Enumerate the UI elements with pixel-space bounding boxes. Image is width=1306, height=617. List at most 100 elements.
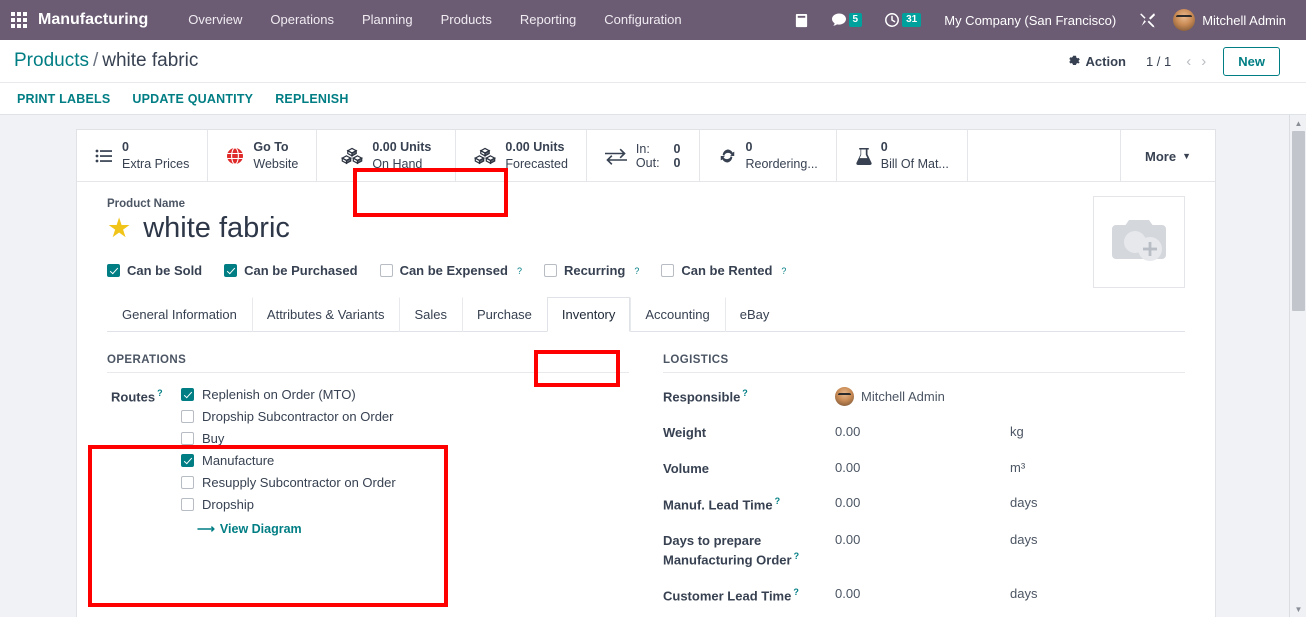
help-icon[interactable]: ? bbox=[781, 266, 786, 276]
nav-item-configuration[interactable]: Configuration bbox=[590, 0, 695, 40]
route-dropship[interactable]: Dropship bbox=[181, 497, 396, 512]
tab-ebay[interactable]: eBay bbox=[724, 297, 785, 332]
nav-item-planning[interactable]: Planning bbox=[348, 0, 427, 40]
nav-item-products[interactable]: Products bbox=[427, 0, 506, 40]
smart-button-go-to-website[interactable]: Go To Website bbox=[208, 130, 318, 182]
checkbox-can-be-sold[interactable] bbox=[107, 264, 120, 277]
responsible-name[interactable]: Mitchell Admin bbox=[861, 389, 945, 404]
smart-button-on-hand[interactable]: 0.00 Units On Hand bbox=[317, 130, 457, 182]
pager-next-icon[interactable]: › bbox=[1196, 53, 1211, 70]
logistics-group: LOGISTICS Responsible? Mitchell Admin We… bbox=[663, 354, 1185, 617]
route-replenish-on-order-mto[interactable]: Replenish on Order (MTO) bbox=[181, 387, 396, 402]
flag-can-be-purchased[interactable]: Can be Purchased bbox=[224, 263, 358, 278]
scroll-up-arrow[interactable]: ▲ bbox=[1290, 115, 1306, 131]
help-icon[interactable]: ? bbox=[794, 551, 800, 561]
tab-sales[interactable]: Sales bbox=[399, 297, 462, 332]
vertical-scrollbar[interactable]: ▲ ▼ bbox=[1289, 115, 1306, 617]
smart-button-in-out[interactable]: In: 0 Out: 0 bbox=[587, 130, 700, 182]
view-diagram-link[interactable]: ⟶ View Diagram bbox=[181, 521, 396, 537]
action-button[interactable]: Action bbox=[1058, 50, 1136, 73]
flag-label: Recurring bbox=[563, 263, 626, 278]
logistics-title: LOGISTICS bbox=[663, 354, 1185, 373]
print-labels-button[interactable]: PRINT LABELS bbox=[17, 92, 110, 106]
scroll-down-arrow[interactable]: ▼ bbox=[1290, 601, 1306, 617]
customer-lead-time-label: Customer Lead Time? bbox=[663, 586, 835, 605]
forecasted-value: 0.00 Units bbox=[505, 140, 565, 155]
route-manufacture[interactable]: Manufacture bbox=[181, 453, 396, 468]
flag-can-be-rented[interactable]: Can be Rented ? bbox=[661, 263, 786, 278]
route-resupply-subcontractor-on-order[interactable]: Resupply Subcontractor on Order bbox=[181, 475, 396, 490]
checkbox-can-be-purchased[interactable] bbox=[224, 264, 238, 277]
help-icon[interactable]: ? bbox=[517, 266, 522, 276]
route-dropship-subcontractor-on-order[interactable]: Dropship Subcontractor on Order bbox=[181, 409, 396, 424]
smart-buttons-row: 0 Extra Prices Go To Website 0.00 Units … bbox=[77, 130, 1215, 182]
help-icon[interactable]: ? bbox=[793, 587, 799, 597]
star-icon[interactable]: ★ bbox=[107, 215, 131, 242]
user-menu[interactable]: Mitchell Admin bbox=[1167, 0, 1296, 40]
route-buy[interactable]: Buy bbox=[181, 431, 396, 446]
tab-accounting[interactable]: Accounting bbox=[630, 297, 724, 332]
help-icon[interactable]: ? bbox=[742, 388, 748, 398]
help-icon[interactable]: ? bbox=[157, 388, 163, 398]
nav-item-overview[interactable]: Overview bbox=[174, 0, 256, 40]
checkbox-buy[interactable] bbox=[181, 432, 194, 445]
route-label: Dropship bbox=[202, 497, 255, 512]
user-avatar bbox=[1173, 9, 1196, 31]
app-brand-name[interactable]: Manufacturing bbox=[38, 11, 148, 29]
forecasted-label: Forecasted bbox=[505, 157, 568, 171]
manuf-lead-time-value[interactable]: 0.00 bbox=[835, 495, 1010, 510]
gear-icon bbox=[1068, 55, 1080, 65]
more-smart-buttons-dropdown[interactable]: More ▼ bbox=[1120, 130, 1215, 182]
pager-previous-icon[interactable]: ‹ bbox=[1181, 53, 1196, 70]
product-name-value[interactable]: white fabric bbox=[143, 212, 290, 245]
smart-button-bill-of-materials[interactable]: 0 Bill Of Mat... bbox=[837, 130, 968, 182]
smart-button-forecasted[interactable]: 0.00 Units Forecasted bbox=[456, 130, 587, 182]
checkbox-can-be-rented[interactable] bbox=[661, 264, 675, 277]
action-button-label: Action bbox=[1085, 53, 1126, 69]
volume-value[interactable]: 0.00 bbox=[835, 460, 1010, 475]
new-button[interactable]: New bbox=[1223, 46, 1280, 76]
replenish-button[interactable]: REPLENISH bbox=[275, 92, 348, 106]
checkbox-can-be-expensed[interactable] bbox=[379, 264, 393, 277]
nav-item-operations[interactable]: Operations bbox=[256, 0, 348, 40]
tab-purchase[interactable]: Purchase bbox=[461, 297, 547, 332]
bill-of-materials-label: Bill Of Mat... bbox=[880, 157, 949, 171]
checkbox-manufacture[interactable] bbox=[181, 454, 194, 467]
chat-messages-icon[interactable]: 5 bbox=[820, 0, 874, 40]
flag-can-be-sold[interactable]: Can be Sold bbox=[107, 263, 202, 278]
help-icon[interactable]: ? bbox=[634, 266, 639, 276]
breadcrumb-separator: / bbox=[92, 50, 99, 71]
responsible-value[interactable]: Mitchell Admin bbox=[835, 387, 1010, 406]
clock-activities-icon[interactable]: 31 bbox=[873, 0, 932, 40]
help-icon[interactable]: ? bbox=[775, 496, 781, 506]
flag-label: Can be Rented bbox=[681, 263, 773, 278]
route-label: Buy bbox=[202, 431, 225, 446]
checkbox-replenish-on-order[interactable] bbox=[181, 388, 194, 401]
scrollbar-thumb[interactable] bbox=[1292, 131, 1305, 311]
checkbox-dropship[interactable] bbox=[181, 498, 194, 511]
checkbox-recurring[interactable] bbox=[543, 264, 557, 277]
smart-button-extra-prices[interactable]: 0 Extra Prices bbox=[77, 130, 209, 182]
breadcrumb-root-link[interactable]: Products bbox=[14, 50, 89, 71]
customer-lead-time-value[interactable]: 0.00 bbox=[835, 586, 1010, 601]
checkbox-resupply-subcontractor-on-order[interactable] bbox=[181, 476, 194, 489]
company-selector[interactable]: My Company (San Francisco) bbox=[932, 13, 1128, 28]
phone-icon[interactable] bbox=[783, 0, 820, 40]
page-background: 0 Extra Prices Go To Website 0.00 Units … bbox=[0, 115, 1306, 617]
tools-icon[interactable] bbox=[1128, 0, 1167, 40]
tab-attributes-variants[interactable]: Attributes & Variants bbox=[251, 297, 400, 332]
update-quantity-button[interactable]: UPDATE QUANTITY bbox=[132, 92, 253, 106]
apps-grid-icon[interactable] bbox=[0, 0, 38, 40]
activities-badge-count: 31 bbox=[902, 13, 922, 27]
weight-value[interactable]: 0.00 bbox=[835, 424, 1010, 439]
tab-inventory[interactable]: Inventory bbox=[546, 297, 631, 332]
flag-recurring[interactable]: Recurring ? bbox=[543, 263, 639, 278]
nav-item-reporting[interactable]: Reporting bbox=[506, 0, 590, 40]
tab-general-information[interactable]: General Information bbox=[107, 297, 252, 332]
days-to-prepare-mo-value[interactable]: 0.00 bbox=[835, 532, 1010, 547]
volume-label: Volume bbox=[663, 460, 709, 476]
flag-can-be-expensed[interactable]: Can be Expensed ? bbox=[379, 263, 522, 278]
smart-button-reordering[interactable]: 0 Reordering... bbox=[700, 130, 837, 182]
checkbox-dropship-subcontractor-on-order[interactable] bbox=[181, 410, 194, 423]
product-image-placeholder[interactable] bbox=[1093, 196, 1185, 288]
